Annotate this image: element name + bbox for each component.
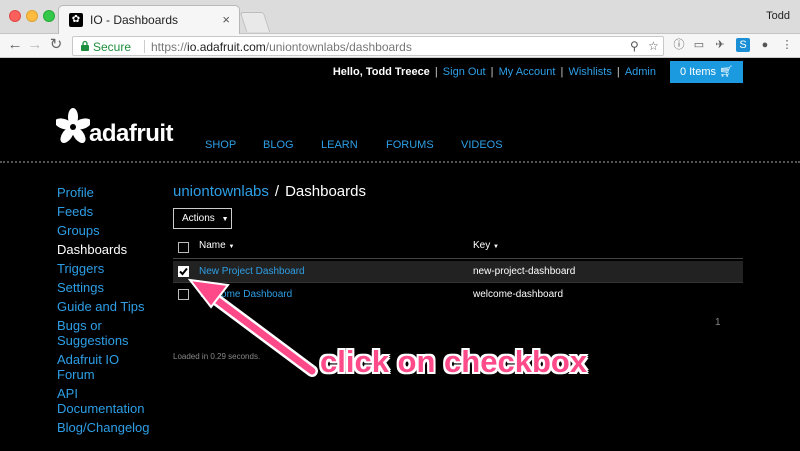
nav-forums[interactable]: FORUMS xyxy=(386,139,434,151)
dashboard-name-link[interactable]: New Project Dashboard xyxy=(199,266,305,277)
close-window-button[interactable] xyxy=(9,10,21,22)
reload-icon[interactable]: ↻ xyxy=(47,36,65,54)
row-checkbox[interactable] xyxy=(178,289,189,300)
sidebar-item-feeds[interactable]: Feeds xyxy=(57,204,93,219)
wishlists-link[interactable]: Wishlists xyxy=(568,66,611,78)
zoom-icon[interactable]: ⚲ xyxy=(630,39,639,53)
nav-shop[interactable]: SHOP xyxy=(205,139,236,151)
extension-s-icon[interactable]: S xyxy=(736,38,750,52)
sidebar-item-dashboards[interactable]: Dashboards xyxy=(57,242,127,257)
breadcrumb-org-link[interactable]: uniontownlabs xyxy=(173,183,269,200)
adafruit-favicon-icon: ✿ xyxy=(69,13,83,27)
sidebar-item-blog-changelog[interactable]: Blog/Changelog xyxy=(57,420,150,435)
sort-caret-icon: ▼ xyxy=(493,244,499,250)
extension-icon[interactable]: ✈ xyxy=(713,38,727,52)
header-divider xyxy=(0,161,800,163)
table-row[interactable]: New Project Dashboard new-project-dashbo… xyxy=(173,261,743,283)
adafruit-logo[interactable]: adafruit xyxy=(56,103,186,153)
sidebar-item-guide[interactable]: Guide and Tips xyxy=(57,299,144,314)
breadcrumb-separator: / xyxy=(274,183,280,200)
user-bar: Hello, Todd Treece | Sign Out | My Accou… xyxy=(332,66,656,78)
cart-label: 0 Items xyxy=(679,66,717,78)
page-body: Hello, Todd Treece | Sign Out | My Accou… xyxy=(0,59,800,451)
tab-title: IO - Dashboards xyxy=(90,13,179,27)
lock-icon xyxy=(81,40,89,51)
url-scheme: https:// xyxy=(151,40,188,54)
greeting-text: Hello, Todd Treece xyxy=(332,66,430,78)
sidebar-item-settings[interactable]: Settings xyxy=(57,280,104,295)
admin-link[interactable]: Admin xyxy=(625,66,656,78)
sort-caret-icon: ▼ xyxy=(228,244,235,250)
cast-icon[interactable]: ▭ xyxy=(692,38,706,52)
url-text[interactable]: https://io.adafruit.com/uniontownlabs/da… xyxy=(151,40,412,54)
checkmark-icon xyxy=(179,267,188,276)
sidebar-item-forum-line1[interactable]: Adafruit IO xyxy=(57,352,119,367)
sidebar-item-profile[interactable]: Profile xyxy=(57,185,94,200)
actions-label: Actions xyxy=(182,213,215,224)
dashboard-name-link[interactable]: Welcome Dashboard xyxy=(199,289,292,300)
sidebar-item-api-line1[interactable]: API xyxy=(57,386,78,401)
pagination-page[interactable]: 1 xyxy=(715,317,721,328)
url-path: /uniontownlabs/dashboards xyxy=(265,40,412,54)
sign-out-link[interactable]: Sign Out xyxy=(443,66,486,78)
cart-button[interactable]: 0 Items 🛒︎ xyxy=(670,61,743,83)
info-icon[interactable]: ⓘ xyxy=(672,38,686,52)
dashboard-key: new-project-dashboard xyxy=(473,266,576,277)
column-name-header[interactable]: Name ▼ xyxy=(199,240,234,251)
column-key-header[interactable]: Key ▼ xyxy=(473,240,499,251)
select-all-checkbox[interactable] xyxy=(178,242,189,253)
breadcrumb: uniontownlabs / Dashboards xyxy=(173,183,366,200)
browser-profile-name[interactable]: Todd xyxy=(766,10,790,22)
sidebar-item-api-line2[interactable]: Documentation xyxy=(57,401,144,416)
cookie-icon[interactable]: ● xyxy=(758,38,772,52)
maximize-window-button[interactable] xyxy=(43,10,55,22)
address-bar[interactable]: Secure https://io.adafruit.com/uniontown… xyxy=(72,36,664,56)
page-title: Dashboards xyxy=(285,183,366,200)
adafruit-flower-icon xyxy=(56,108,90,143)
sidebar-item-bugs-line2[interactable]: Suggestions xyxy=(57,333,129,348)
browser-toolbar: ← → ↻ Secure https://io.adafruit.com/uni… xyxy=(0,34,800,58)
table-row[interactable]: Welcome Dashboard welcome-dashboard xyxy=(173,284,743,306)
sidebar-item-groups[interactable]: Groups xyxy=(57,223,100,238)
omnibox-divider xyxy=(144,40,145,53)
actions-dropdown-button[interactable]: Actions ▼ xyxy=(173,208,232,229)
dashboard-key: welcome-dashboard xyxy=(473,289,564,300)
sidebar-item-bugs-line1[interactable]: Bugs or xyxy=(57,318,102,333)
my-account-link[interactable]: My Account xyxy=(499,66,556,78)
sidebar-item-triggers[interactable]: Triggers xyxy=(57,261,104,276)
browser-titlebar: ✿ IO - Dashboards × Todd xyxy=(0,0,800,34)
forward-arrow-icon[interactable]: → xyxy=(26,36,44,54)
back-arrow-icon[interactable]: ← xyxy=(6,36,24,54)
minimize-window-button[interactable] xyxy=(26,10,38,22)
secure-label: Secure xyxy=(93,40,132,54)
url-host: io.adafruit.com xyxy=(187,40,266,54)
tab-close-icon[interactable]: × xyxy=(222,12,230,27)
cart-icon: 🛒︎ xyxy=(719,66,734,78)
new-tab-button[interactable] xyxy=(239,12,271,32)
row-checkbox-checked[interactable] xyxy=(178,266,189,277)
nav-learn[interactable]: LEARN xyxy=(321,139,358,151)
nav-blog[interactable]: BLOG xyxy=(263,139,294,151)
bookmark-star-icon[interactable]: ☆ xyxy=(648,39,659,53)
nav-videos[interactable]: VIDEOS xyxy=(461,139,503,151)
caret-down-icon: ▼ xyxy=(221,216,229,223)
sidebar-item-forum-line2[interactable]: Forum xyxy=(57,367,95,382)
menu-dots-icon[interactable]: ⋮ xyxy=(780,38,794,52)
table-header: Name ▼ Key ▼ xyxy=(173,237,743,259)
logo-text: adafruit xyxy=(89,120,174,147)
load-time-text: Loaded in 0.29 seconds. xyxy=(173,352,261,361)
annotation-text: click on checkbox xyxy=(320,344,588,379)
browser-tab-active[interactable]: ✿ IO - Dashboards × xyxy=(58,5,240,34)
